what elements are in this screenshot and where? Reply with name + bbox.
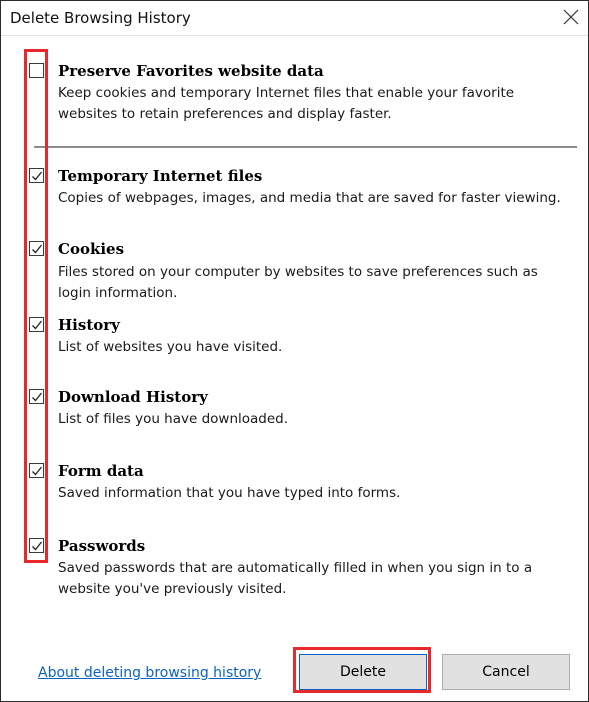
history-description: List of websites you have visited. bbox=[58, 339, 283, 355]
close-icon[interactable] bbox=[560, 6, 582, 28]
temporary-internet-files-description: Copies of webpages, images, and media th… bbox=[58, 190, 561, 206]
preserve-favorites-description: Keep cookies and temporary Internet file… bbox=[58, 85, 515, 122]
cookies-label[interactable]: Cookies bbox=[58, 240, 124, 258]
download-history-label[interactable]: Download History bbox=[58, 388, 208, 406]
temporary-internet-files-label[interactable]: Temporary Internet files bbox=[58, 167, 262, 185]
history-label[interactable]: History bbox=[58, 316, 120, 334]
delete-button[interactable]: Delete bbox=[299, 654, 427, 690]
delete-browsing-history-dialog: Delete Browsing History Preserve Favorit… bbox=[0, 0, 589, 702]
form-data-label[interactable]: Form data bbox=[58, 462, 144, 480]
window-title: Delete Browsing History bbox=[10, 9, 191, 27]
cookies-description: Files stored on your computer by website… bbox=[58, 264, 538, 301]
cancel-button[interactable]: Cancel bbox=[442, 654, 570, 690]
download-history-description: List of files you have downloaded. bbox=[58, 411, 289, 427]
about-deleting-history-link[interactable]: About deleting browsing history bbox=[38, 665, 261, 681]
title-bar: Delete Browsing History bbox=[1, 1, 588, 36]
checkbox-column-highlight bbox=[24, 49, 48, 563]
preserve-favorites-label[interactable]: Preserve Favorites website data bbox=[58, 62, 324, 80]
separator bbox=[34, 146, 577, 148]
passwords-label[interactable]: Passwords bbox=[58, 537, 145, 555]
form-data-description: Saved information that you have typed in… bbox=[58, 485, 401, 501]
passwords-description: Saved passwords that are automatically f… bbox=[58, 560, 533, 597]
